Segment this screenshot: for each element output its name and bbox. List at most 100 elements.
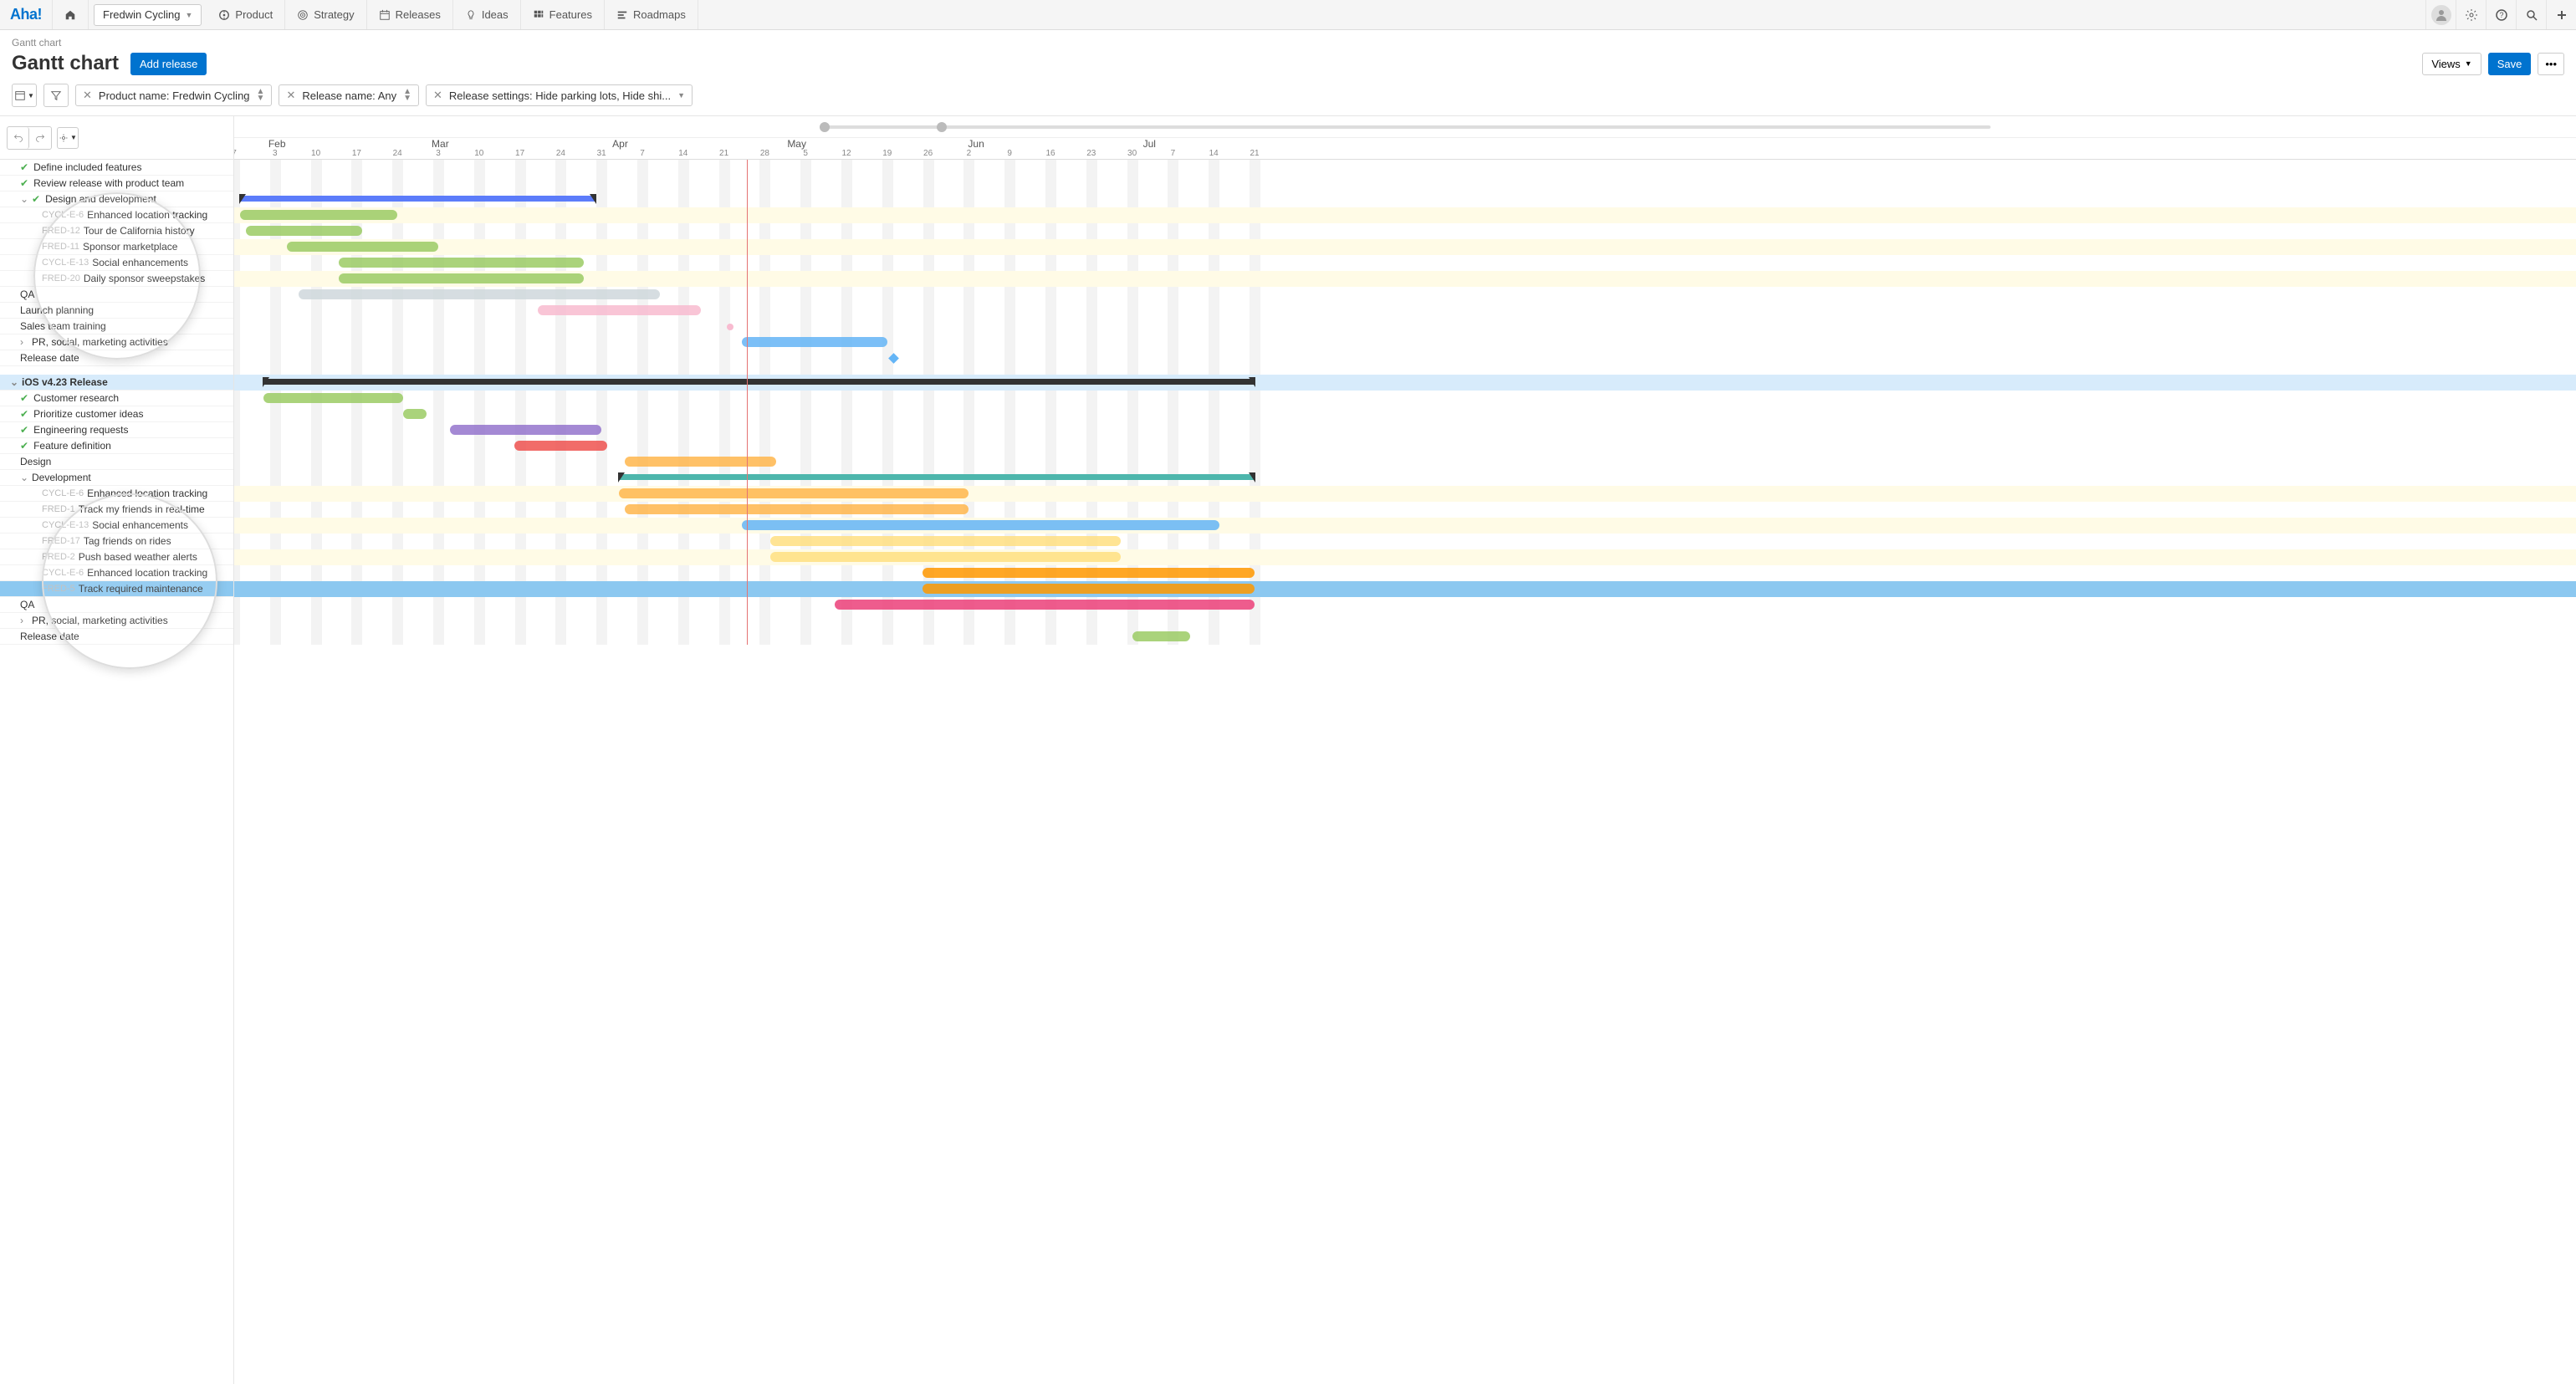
- gantt-bar-row[interactable]: [234, 486, 2576, 502]
- zoom-slider[interactable]: [234, 116, 2576, 138]
- remove-icon[interactable]: ✕: [83, 89, 92, 102]
- remove-icon[interactable]: ✕: [433, 89, 442, 102]
- help-icon[interactable]: ?: [2486, 0, 2516, 29]
- gantt-bar-row[interactable]: [234, 366, 2576, 375]
- gantt-bar[interactable]: [240, 196, 595, 202]
- nav-product[interactable]: Product: [207, 0, 285, 29]
- gantt-row[interactable]: ⌄Development: [0, 470, 233, 486]
- gantt-bar[interactable]: [538, 305, 701, 315]
- gantt-settings-button[interactable]: ▼: [57, 127, 79, 149]
- add-release-button[interactable]: Add release: [130, 53, 207, 75]
- gantt-row[interactable]: ✔Feature definition: [0, 438, 233, 454]
- milestone-dot[interactable]: [727, 324, 733, 330]
- gantt-row[interactable]: ›PR, social, marketing activities: [0, 613, 233, 629]
- gantt-row[interactable]: QA: [0, 287, 233, 303]
- gantt-row[interactable]: Sales team training: [0, 319, 233, 334]
- home-icon[interactable]: [52, 0, 89, 29]
- gantt-bar-row[interactable]: [234, 534, 2576, 549]
- gantt-bar-row[interactable]: [234, 629, 2576, 645]
- gantt-bar-row[interactable]: [234, 350, 2576, 366]
- gantt-bar-row[interactable]: [234, 454, 2576, 470]
- gantt-bar-row[interactable]: [234, 375, 2576, 391]
- plus-icon[interactable]: [2546, 0, 2576, 29]
- gantt-row[interactable]: FRED-11Sponsor marketplace: [0, 239, 233, 255]
- gantt-bar[interactable]: [619, 474, 1255, 480]
- nav-roadmaps[interactable]: Roadmaps: [605, 0, 698, 29]
- gantt-bar-row[interactable]: [234, 581, 2576, 597]
- logo[interactable]: Aha!: [0, 6, 52, 23]
- milestone-diamond[interactable]: [888, 353, 899, 364]
- avatar[interactable]: [2425, 0, 2456, 29]
- gantt-bar-row[interactable]: [234, 271, 2576, 287]
- gantt-bar[interactable]: [299, 289, 660, 299]
- gantt-row[interactable]: Launch planning: [0, 303, 233, 319]
- gantt-row[interactable]: FRED-17Tag friends on rides: [0, 534, 233, 549]
- gantt-bar-row[interactable]: [234, 239, 2576, 255]
- gear-icon[interactable]: [2456, 0, 2486, 29]
- gantt-bar[interactable]: [923, 568, 1255, 578]
- chevron-icon[interactable]: ›: [20, 615, 28, 626]
- gantt-grid[interactable]: [234, 160, 2576, 645]
- gantt-bar[interactable]: [1132, 631, 1191, 641]
- gantt-bar-row[interactable]: [234, 223, 2576, 239]
- gantt-bar[interactable]: [619, 488, 969, 498]
- search-icon[interactable]: [2516, 0, 2546, 29]
- gantt-bar-row[interactable]: [234, 438, 2576, 454]
- gantt-row[interactable]: ✔Engineering requests: [0, 422, 233, 438]
- chevron-icon[interactable]: ⌄: [20, 193, 28, 205]
- gantt-bar-row[interactable]: [234, 502, 2576, 518]
- gantt-row[interactable]: CYCL-E-13Social enhancements: [0, 518, 233, 534]
- gantt-bar[interactable]: [625, 504, 969, 514]
- filter-release[interactable]: ✕Release name: Any▲▼: [279, 84, 419, 106]
- gantt-bar-row[interactable]: [234, 207, 2576, 223]
- gantt-bar[interactable]: [923, 584, 1255, 594]
- gantt-bar-row[interactable]: [234, 613, 2576, 629]
- gantt-bar[interactable]: [742, 337, 887, 347]
- gantt-row[interactable]: FRED-5Track required maintenance: [0, 581, 233, 597]
- gantt-bar-row[interactable]: [234, 334, 2576, 350]
- gantt-bar[interactable]: [403, 409, 427, 419]
- gantt-bar[interactable]: [287, 242, 438, 252]
- gantt-bar-row[interactable]: [234, 422, 2576, 438]
- gantt-bar[interactable]: [625, 457, 776, 467]
- gantt-row[interactable]: FRED-2Push based weather alerts: [0, 549, 233, 565]
- gantt-bar-row[interactable]: [234, 391, 2576, 406]
- gantt-row[interactable]: ✔Prioritize customer ideas: [0, 406, 233, 422]
- filter-settings[interactable]: ✕Release settings: Hide parking lots, Hi…: [426, 84, 693, 106]
- calendar-button[interactable]: ▼: [12, 84, 37, 107]
- gantt-bar-row[interactable]: [234, 287, 2576, 303]
- gantt-row[interactable]: ⌄✔Design and development: [0, 191, 233, 207]
- gantt-row[interactable]: Release date: [0, 629, 233, 645]
- gantt-bar-row[interactable]: [234, 518, 2576, 534]
- gantt-bar-row[interactable]: [234, 191, 2576, 207]
- gantt-timeline[interactable]: FebMarAprMayJunJul7310172431017243171421…: [234, 116, 2576, 1384]
- gantt-bar[interactable]: [770, 536, 1120, 546]
- more-button[interactable]: •••: [2538, 53, 2564, 75]
- chevron-icon[interactable]: ›: [20, 336, 28, 348]
- gantt-bar-row[interactable]: [234, 255, 2576, 271]
- gantt-bar-row[interactable]: [234, 176, 2576, 191]
- gantt-row[interactable]: ⌄iOS v4.23 Release: [0, 375, 233, 391]
- nav-releases[interactable]: Releases: [367, 0, 453, 29]
- gantt-bar-row[interactable]: [234, 160, 2576, 176]
- nav-strategy[interactable]: Strategy: [285, 0, 366, 29]
- redo-button[interactable]: [29, 127, 51, 149]
- gantt-bar-row[interactable]: [234, 549, 2576, 565]
- gantt-bar[interactable]: [263, 393, 403, 403]
- gantt-bar[interactable]: [263, 379, 1255, 385]
- gantt-row[interactable]: FRED-20Daily sponsor sweepstakes: [0, 271, 233, 287]
- gantt-row[interactable]: CYCL-E-13Social enhancements: [0, 255, 233, 271]
- gantt-row[interactable]: ✔Customer research: [0, 391, 233, 406]
- gantt-row[interactable]: ✔Review release with product team: [0, 176, 233, 191]
- gantt-row[interactable]: CYCL-E-6Enhanced location tracking: [0, 486, 233, 502]
- gantt-bar[interactable]: [339, 273, 584, 283]
- gantt-bar[interactable]: [240, 210, 397, 220]
- gantt-bar-row[interactable]: [234, 406, 2576, 422]
- filter-product[interactable]: ✕Product name: Fredwin Cycling▲▼: [75, 84, 272, 106]
- gantt-row[interactable]: Release date: [0, 350, 233, 366]
- gantt-row[interactable]: FRED-1Track my friends in real-time: [0, 502, 233, 518]
- gantt-row[interactable]: QA: [0, 597, 233, 613]
- remove-icon[interactable]: ✕: [286, 89, 295, 102]
- gantt-bar-row[interactable]: [234, 470, 2576, 486]
- gantt-bar-row[interactable]: [234, 319, 2576, 334]
